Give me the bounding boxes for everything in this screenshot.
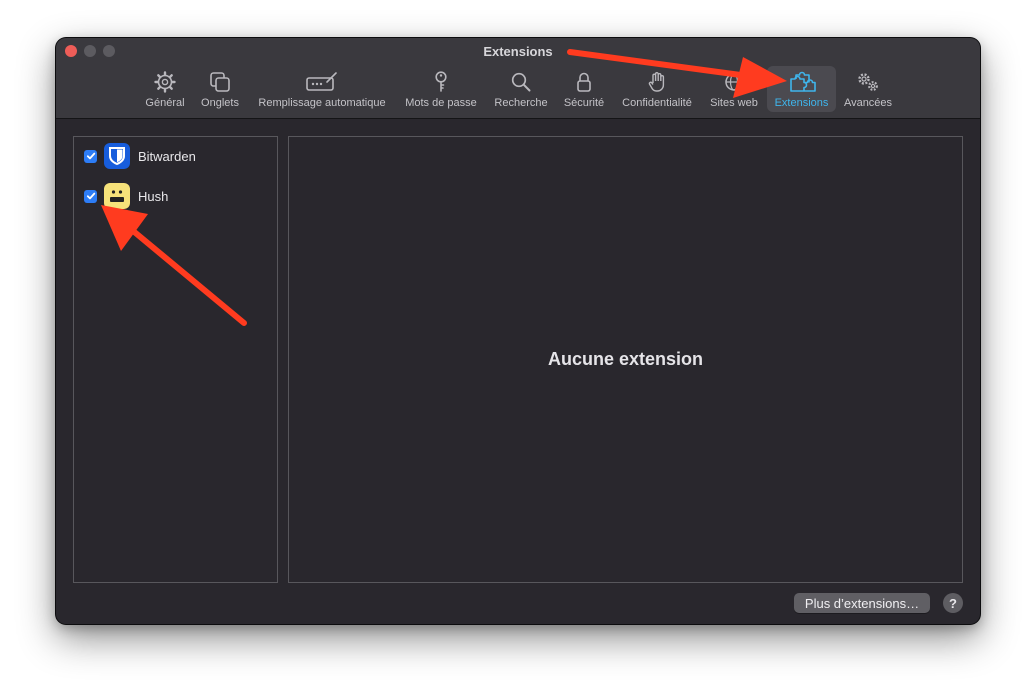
tab-passwords-label: Mots de passe (405, 97, 477, 109)
checkmark-icon (86, 152, 95, 160)
tab-autofill[interactable]: Remplissage automatique (252, 66, 392, 112)
tab-onglets[interactable]: Onglets (196, 66, 244, 112)
checkmark-icon (86, 192, 95, 200)
tab-extensions[interactable]: Extensions (767, 66, 836, 112)
extensions-list: Bitwarden Hush (73, 136, 278, 583)
tab-general-label: Général (145, 97, 185, 109)
tab-websites[interactable]: Sites web (704, 66, 764, 112)
tabs-icon (210, 72, 230, 92)
search-icon (511, 72, 531, 92)
lock-icon (577, 72, 591, 92)
tab-websites-label: Sites web (710, 97, 758, 109)
bitwarden-enabled-checkbox[interactable] (84, 149, 97, 163)
tab-security-label: Sécurité (563, 97, 605, 109)
tab-general[interactable]: Général (140, 66, 190, 112)
help-button[interactable]: ? (943, 593, 963, 613)
globe-icon (725, 73, 743, 91)
tab-onglets-label: Onglets (201, 97, 239, 109)
gears-icon (858, 73, 878, 91)
tab-autofill-label: Remplissage automatique (258, 97, 386, 109)
safari-preferences-window: Extensions Général Onglets Remplissage a… (56, 38, 980, 624)
tab-advanced-label: Avancées (843, 97, 893, 109)
tab-search[interactable]: Recherche (490, 66, 552, 112)
toolbar: Extensions Général Onglets Remplissage a… (56, 38, 980, 119)
empty-state-message: Aucune extension (547, 349, 704, 369)
window-title: Extensions (483, 44, 553, 59)
extension-row-hush[interactable]: Hush (84, 183, 168, 209)
key-icon (435, 71, 447, 92)
hush-enabled-checkbox[interactable] (84, 189, 97, 203)
tab-passwords[interactable]: Mots de passe (400, 66, 482, 112)
extension-detail-panel: Aucune extension (288, 136, 963, 583)
tab-advanced[interactable]: Avancées (840, 66, 896, 112)
autofill-icon (306, 72, 337, 91)
tab-privacy[interactable]: Confidentialité (616, 66, 698, 112)
hush-face-icon (104, 183, 130, 209)
hand-icon (648, 72, 665, 92)
gear-icon (154, 71, 176, 93)
tab-security[interactable]: Sécurité (558, 66, 610, 112)
tab-privacy-label: Confidentialité (622, 97, 692, 109)
bitwarden-shield-icon (104, 143, 130, 169)
puzzle-icon (789, 71, 816, 92)
tab-search-label: Recherche (494, 97, 548, 109)
more-extensions-button[interactable]: Plus d’extensions… (794, 593, 930, 613)
tab-extensions-label: Extensions (774, 97, 829, 109)
extension-name: Bitwarden (138, 148, 196, 164)
extension-row-bitwarden[interactable]: Bitwarden (84, 143, 196, 169)
extension-name: Hush (138, 188, 169, 204)
